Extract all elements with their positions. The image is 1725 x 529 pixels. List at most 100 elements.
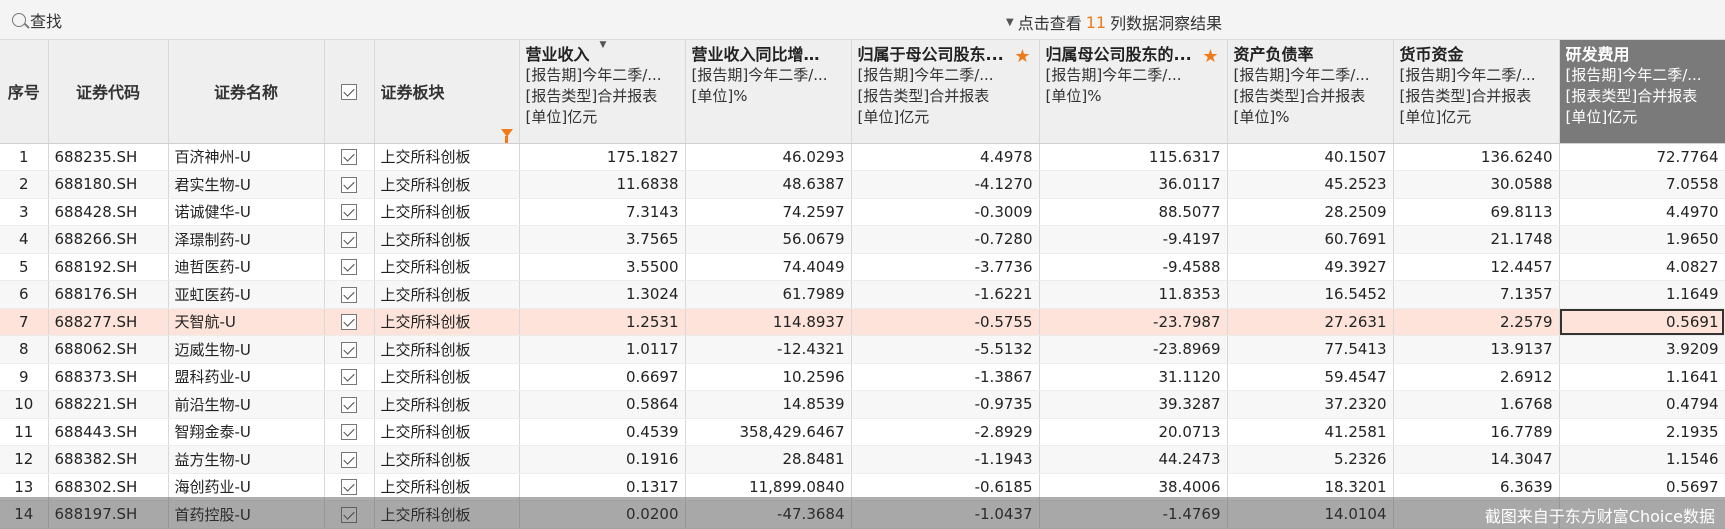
debt-ratio-cell[interactable]: 40.1507: [1227, 143, 1394, 171]
stock-name-cell[interactable]: 迪哲医药-U: [168, 253, 325, 281]
cash-cell[interactable]: 7.1357: [1393, 280, 1560, 309]
rd-expense-cell[interactable]: 0.4794: [1559, 390, 1725, 419]
net-profit-cell[interactable]: -1.6221: [851, 280, 1040, 309]
rd-expense-cell[interactable]: 2.1935: [1559, 418, 1725, 446]
row-index-cell[interactable]: 3: [0, 198, 49, 226]
net-profit-cell[interactable]: -0.7280: [851, 225, 1040, 254]
stock-name-cell[interactable]: 君实生物-U: [168, 170, 325, 199]
net-profit-growth-cell[interactable]: 11.8353: [1039, 280, 1228, 309]
net-profit-growth-cell[interactable]: 88.5077: [1039, 198, 1228, 226]
row-checkbox-cell[interactable]: [324, 253, 375, 281]
rd-expense-cell[interactable]: 72.7764: [1559, 143, 1725, 171]
rd-expense-cell[interactable]: 1.1649: [1559, 280, 1725, 309]
stock-code-cell[interactable]: 688180.SH: [48, 170, 169, 199]
revenue-cell[interactable]: 175.1827: [519, 143, 686, 171]
table-row[interactable]: 2 688180.SH 君实生物-U 上交所科创板 11.6838 48.6387 -4.1…: [0, 170, 1725, 199]
debt-ratio-cell[interactable]: 14.0104: [1227, 500, 1394, 529]
net-profit-cell[interactable]: -3.7736: [851, 253, 1040, 281]
board-cell[interactable]: 上交所科创板: [373, 335, 520, 364]
net-profit-growth-cell[interactable]: 115.6317: [1039, 143, 1228, 171]
row-checkbox[interactable]: [341, 341, 357, 358]
stock-code-cell[interactable]: 688277.SH: [48, 308, 169, 336]
table-row[interactable]: 9 688373.SH 盟科药业-U 上交所科创板 0.6697 10.2596 -1.38…: [0, 363, 1725, 391]
stock-name-cell[interactable]: 百济神州-U: [168, 143, 325, 171]
table-row[interactable]: 8 688062.SH 迈威生物-U 上交所科创板 1.0117 -12.4321 -5.5…: [0, 335, 1725, 364]
row-checkbox[interactable]: [341, 231, 357, 248]
row-checkbox-cell[interactable]: [324, 418, 375, 446]
board-cell[interactable]: 上交所科创板: [373, 253, 520, 281]
rd-expense-cell[interactable]: 7.0558: [1559, 170, 1725, 199]
stock-code-cell[interactable]: 688221.SH: [48, 390, 169, 419]
cash-cell[interactable]: 2.2579: [1393, 308, 1560, 336]
debt-ratio-cell[interactable]: 59.4547: [1227, 363, 1394, 391]
revenue-cell[interactable]: 0.0200: [519, 500, 686, 529]
net-profit-cell[interactable]: -1.3867: [851, 363, 1040, 391]
row-checkbox[interactable]: [341, 479, 357, 496]
net-profit-cell[interactable]: -0.6185: [851, 473, 1040, 501]
row-index-cell[interactable]: 9: [0, 363, 49, 391]
stock-code-cell[interactable]: 688235.SH: [48, 143, 169, 171]
revenue-growth-cell[interactable]: 61.7989: [685, 280, 852, 309]
row-checkbox-cell[interactable]: [324, 308, 375, 336]
revenue-growth-cell[interactable]: 11,899.0840: [685, 473, 852, 501]
row-checkbox-cell[interactable]: [324, 198, 375, 226]
board-cell[interactable]: 上交所科创板: [373, 418, 520, 446]
row-checkbox-cell[interactable]: [324, 335, 375, 364]
revenue-growth-cell[interactable]: 10.2596: [685, 363, 852, 391]
revenue-growth-cell[interactable]: 74.4049: [685, 253, 852, 281]
row-checkbox[interactable]: [341, 369, 357, 386]
row-checkbox[interactable]: [341, 451, 357, 468]
col-header-code[interactable]: 证券代码: [48, 40, 169, 144]
cash-cell[interactable]: 2.6912: [1393, 363, 1560, 391]
cash-cell[interactable]: 21.1748: [1393, 225, 1560, 254]
row-checkbox[interactable]: [341, 286, 357, 303]
debt-ratio-cell[interactable]: 37.2320: [1227, 390, 1394, 419]
net-profit-cell[interactable]: -5.5132: [851, 335, 1040, 364]
board-cell[interactable]: 上交所科创板: [373, 390, 520, 419]
debt-ratio-cell[interactable]: 28.2509: [1227, 198, 1394, 226]
revenue-cell[interactable]: 0.6697: [519, 363, 686, 391]
col-header-select-all[interactable]: [324, 40, 375, 144]
rd-expense-cell[interactable]: 3.9209: [1559, 335, 1725, 364]
row-checkbox[interactable]: [341, 204, 357, 221]
col-header-revenue-growth[interactable]: 营业收入同比增长率 [报告期]今年二季/... [单位]%: [685, 40, 852, 144]
row-checkbox-cell[interactable]: [324, 500, 375, 529]
cash-cell[interactable]: 69.8113: [1393, 198, 1560, 226]
debt-ratio-cell[interactable]: 77.5413: [1227, 335, 1394, 364]
revenue-cell[interactable]: 0.1317: [519, 473, 686, 501]
table-row[interactable]: 13 688302.SH 海创药业-U 上交所科创板 0.1317 11,899.0840…: [0, 473, 1725, 501]
row-index-cell[interactable]: 12: [0, 445, 49, 474]
table-row[interactable]: 12 688382.SH 益方生物-U 上交所科创板 0.1916 28.8481 -1.1…: [0, 445, 1725, 474]
stock-code-cell[interactable]: 688373.SH: [48, 363, 169, 391]
revenue-growth-cell[interactable]: 114.8937: [685, 308, 852, 336]
stock-code-cell[interactable]: 688062.SH: [48, 335, 169, 364]
revenue-cell[interactable]: 11.6838: [519, 170, 686, 199]
net-profit-growth-cell[interactable]: -23.7987: [1039, 308, 1228, 336]
stock-name-cell[interactable]: 智翔金泰-U: [168, 418, 325, 446]
debt-ratio-cell[interactable]: 45.2523: [1227, 170, 1394, 199]
row-checkbox-cell[interactable]: [324, 445, 375, 474]
debt-ratio-cell[interactable]: 27.2631: [1227, 308, 1394, 336]
col-header-debt-ratio[interactable]: 资产负债率 [报告期]今年二季/... [报告类型]合并报表 [单位]%: [1227, 40, 1394, 144]
cash-cell[interactable]: 30.0588: [1393, 170, 1560, 199]
col-header-net-profit-growth[interactable]: ★ 归属母公司股东的... [报告期]今年二季/... [单位]%: [1039, 40, 1228, 144]
row-index-cell[interactable]: 7: [0, 308, 49, 336]
star-icon[interactable]: ★: [1014, 46, 1030, 67]
row-index-cell[interactable]: 10: [0, 390, 49, 419]
rd-expense-cell[interactable]: [1559, 500, 1725, 529]
row-index-cell[interactable]: 14: [0, 500, 49, 529]
table-row[interactable]: 3 688428.SH 诺诚健华-U 上交所科创板 7.3143 74.2597 -0.30…: [0, 198, 1725, 226]
stock-code-cell[interactable]: 688266.SH: [48, 225, 169, 254]
table-row[interactable]: 10 688221.SH 前沿生物-U 上交所科创板 0.5864 14.8539 -0.9…: [0, 390, 1725, 419]
row-index-cell[interactable]: 5: [0, 253, 49, 281]
net-profit-growth-cell[interactable]: -1.4769: [1039, 500, 1228, 529]
net-profit-growth-cell[interactable]: -23.8969: [1039, 335, 1228, 364]
revenue-cell[interactable]: 0.1916: [519, 445, 686, 474]
revenue-growth-cell[interactable]: 28.8481: [685, 445, 852, 474]
board-cell[interactable]: 上交所科创板: [373, 473, 520, 501]
row-checkbox[interactable]: [341, 314, 357, 331]
stock-name-cell[interactable]: 迈威生物-U: [168, 335, 325, 364]
stock-name-cell[interactable]: 盟科药业-U: [168, 363, 325, 391]
stock-code-cell[interactable]: 688428.SH: [48, 198, 169, 226]
revenue-cell[interactable]: 0.5864: [519, 390, 686, 419]
